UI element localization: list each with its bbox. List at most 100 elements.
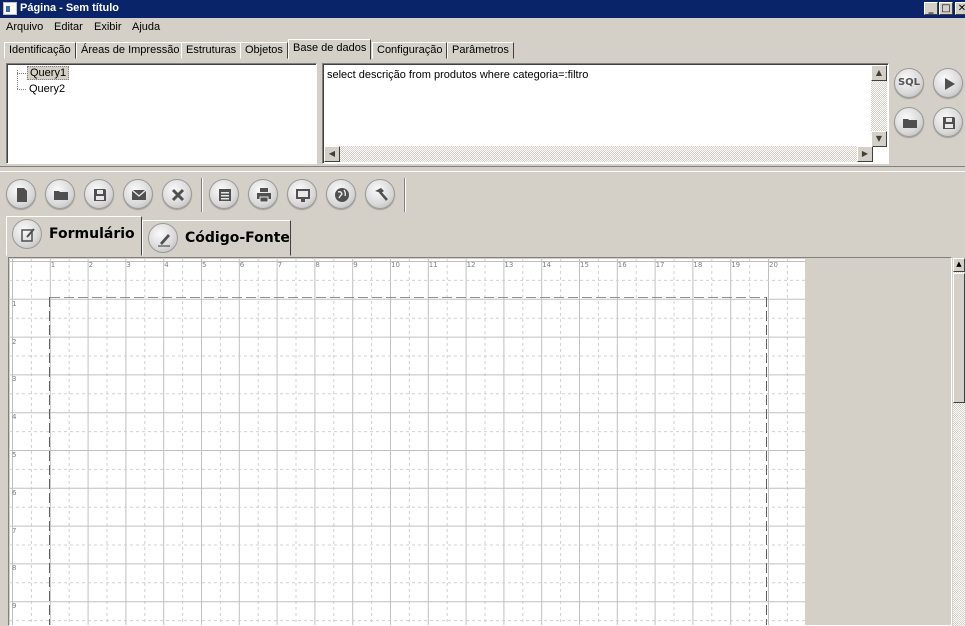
tab-identificacao[interactable]: Identificação [4,42,76,59]
ruler-label-vertical: 9 [12,602,17,611]
email-button[interactable] [123,179,153,209]
folder-icon [903,119,917,128]
save-icon [94,189,106,201]
tree-connector [17,73,26,74]
ruler-label-horizontal: 7 [277,261,283,269]
tab-configuracao[interactable]: Configuração [372,42,448,59]
canvas-vertical-scrollbar[interactable]: ▲ [953,258,965,626]
pencil-icon [148,223,178,253]
menu-editar[interactable]: Editar [54,21,83,33]
ruler-label-vertical: 2 [12,337,17,346]
print-icon [257,188,271,203]
sql-button[interactable]: SQL [894,68,924,98]
ruler-label-horizontal: 16 [617,261,627,269]
sql-vertical-scrollbar[interactable]: ▲ ▼ [871,65,887,147]
new-button[interactable] [6,179,36,209]
ruler-label-horizontal: 20 [769,261,778,269]
save-query-button[interactable] [933,107,963,137]
menu-arquivo[interactable]: Arquivo [6,21,43,33]
design-grid [10,259,805,625]
open-query-button[interactable] [894,107,924,137]
open-folder-icon [54,191,68,200]
ruler-label-vertical: 7 [12,526,17,535]
print-button[interactable] [248,179,278,209]
sql-query-text[interactable]: select descrição from produtos where cat… [327,69,588,81]
scroll-thumb[interactable] [953,273,965,403]
tab-codigo-fonte-label: Código-Fonte [185,230,290,246]
sql-horizontal-scrollbar[interactable]: ◀ ▶ [324,146,873,162]
ruler-label-horizontal: 6 [239,261,245,269]
edit-form-icon [12,219,42,249]
ruler-label-horizontal: 1 [50,261,56,269]
tab-formulario-label: Formulário [49,226,135,242]
ruler-label-horizontal: 4 [164,261,169,269]
menu-ajuda[interactable]: Ajuda [132,21,160,33]
ruler-label-vertical: 3 [12,375,17,384]
scroll-left-icon[interactable]: ◀ [324,146,340,162]
ruler-label-horizontal: 18 [693,261,703,269]
tab-objetos[interactable]: Objetos [240,42,288,59]
save-icon [943,117,955,129]
tab-base-de-dados[interactable]: Base de dados [288,39,372,60]
main-toolbar [0,174,965,214]
scroll-right-icon[interactable]: ▶ [857,146,873,162]
build-button[interactable] [365,179,395,209]
tree-item-query2[interactable]: Query2 [27,83,67,95]
ruler-label-horizontal: 3 [126,261,131,269]
toolbar-separator [201,178,203,212]
query-tree[interactable]: Query1 Query2 [6,63,317,164]
open-button[interactable] [45,179,75,209]
globe-icon [335,188,349,202]
ruler-label-vertical: 6 [12,488,17,497]
tab-estruturas[interactable]: Estruturas [181,42,242,59]
save-button[interactable] [84,179,114,209]
form-preview-button[interactable] [209,179,239,209]
monitor-icon [296,189,310,202]
sql-icon: SQL [897,77,921,88]
ruler-label-horizontal: 9 [353,261,358,269]
web-button[interactable] [326,179,356,209]
tab-parametros[interactable]: Parâmetros [447,42,514,59]
ruler-label-vertical: 5 [12,451,17,459]
ruler-label-horizontal: 13 [504,261,514,269]
sql-editor[interactable]: select descrição from produtos where cat… [322,63,889,164]
tab-areas-de-impressao[interactable]: Áreas de Impressão [76,42,185,59]
close-button[interactable] [162,179,192,209]
maximize-button[interactable]: □ [939,2,953,15]
menu-bar: Arquivo Editar Exibir Ajuda [0,18,965,38]
title-bar[interactable]: Página - Sem título _ □ ✕ [0,0,965,18]
menu-exibir[interactable]: Exibir [94,21,122,33]
tab-formulario[interactable]: Formulário [6,216,142,256]
panel-splitter[interactable] [0,166,965,172]
minimize-button[interactable]: _ [924,2,938,15]
play-icon [945,78,955,90]
close-window-button[interactable]: ✕ [955,2,965,15]
ruler-label-horizontal: 14 [542,261,552,269]
tree-connector [17,89,26,90]
mail-icon [131,189,147,200]
ruler-label-horizontal: 19 [731,261,741,269]
application-window: Página - Sem título _ □ ✕ Arquivo Editar… [0,0,965,626]
ruler-label-horizontal: 11 [428,261,438,269]
close-icon [171,188,185,202]
run-query-button[interactable] [933,68,963,98]
ruler-label-horizontal: 10 [391,261,400,269]
scroll-up-icon[interactable]: ▲ [871,65,887,81]
design-canvas[interactable]: 1 2 3 4 5 6 7 8 9 10 11 12 13 14 15 16 17 18 19 20 1 2 3 4 5 6 7 8 9 [10,259,805,625]
ruler-label-horizontal: 17 [655,261,665,269]
ruler-label-vertical: 8 [12,564,17,573]
app-icon [3,2,17,15]
top-tab-bar: Identificação Áreas de Impressão Estrutu… [0,39,965,60]
toolbar-separator [404,178,406,212]
new-document-icon [17,188,27,202]
ruler-label-vertical: 4 [12,413,17,422]
screen-preview-button[interactable] [287,179,317,209]
window-title: Página - Sem título [20,2,120,14]
tab-codigo-fonte[interactable]: Código-Fonte [142,220,291,256]
ruler-label-horizontal: 2 [88,261,94,269]
tree-item-query1[interactable]: Query1 [27,66,70,80]
hammer-icon [375,188,388,201]
scroll-down-icon[interactable]: ▼ [871,131,887,147]
form-icon [219,189,231,201]
scroll-up-icon[interactable]: ▲ [953,258,965,272]
